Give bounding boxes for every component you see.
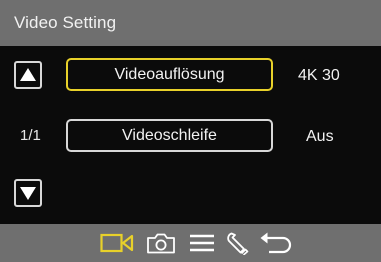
camera-icon [147,233,175,254]
video-camera-icon [100,233,134,253]
title-bar: Video Setting [0,0,381,46]
arrow-down-icon [20,187,36,200]
bottom-tab-bar [0,224,381,262]
tab-tools[interactable] [225,231,251,255]
video-setting-screen: Video Setting 1/1 Videoauflösung 4K 30 V… [0,0,381,262]
video-loop-value: Aus [306,128,334,145]
video-resolution-value: 4K 30 [298,67,340,84]
video-resolution-button[interactable]: Videoauflösung [66,58,273,91]
page-down-button[interactable] [14,179,42,207]
tab-back[interactable] [259,231,293,255]
tab-photo[interactable] [145,231,177,255]
tab-menu[interactable] [188,231,216,255]
video-loop-button[interactable]: Videoschleife [66,119,273,152]
wrench-icon [227,232,249,255]
page-indicator: 1/1 [20,127,41,144]
menu-icon [190,234,214,252]
arrow-up-icon [20,68,36,81]
video-loop-label: Videoschleife [122,126,217,144]
page-title: Video Setting [14,13,117,32]
tab-video[interactable] [100,231,134,255]
back-arrow-icon [260,232,292,254]
page-up-button[interactable] [14,61,42,89]
video-resolution-label: Videoauflösung [114,65,225,83]
